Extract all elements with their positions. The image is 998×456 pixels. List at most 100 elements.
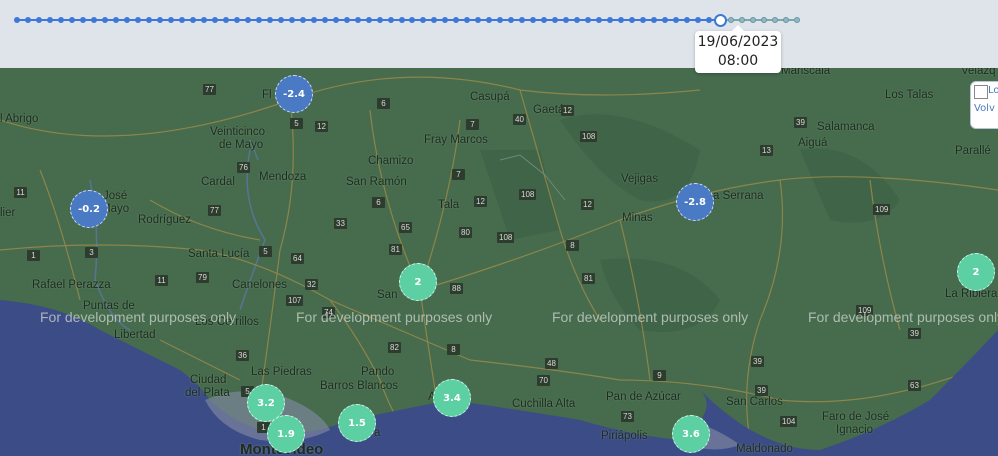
timeline-step[interactable] bbox=[68, 17, 75, 23]
timeline-step[interactable] bbox=[629, 17, 636, 23]
timeline-step[interactable] bbox=[750, 17, 757, 23]
timeline-step[interactable] bbox=[145, 17, 152, 23]
timeline-step[interactable] bbox=[189, 17, 196, 23]
timeline-step[interactable] bbox=[299, 17, 306, 23]
place-label: San Carlos bbox=[726, 396, 783, 408]
timeline-handle[interactable] bbox=[713, 14, 727, 27]
timeline-step[interactable] bbox=[376, 17, 383, 23]
place-label: Cuchilla Alta bbox=[512, 398, 576, 410]
timeline-step[interactable] bbox=[255, 17, 262, 23]
timeline-step[interactable] bbox=[706, 17, 713, 23]
timeline-step[interactable] bbox=[486, 17, 493, 23]
timeline-step[interactable] bbox=[46, 17, 53, 23]
route-shield: 12 bbox=[474, 196, 487, 207]
timeline-step[interactable] bbox=[310, 17, 317, 23]
timeline-step[interactable] bbox=[519, 17, 526, 23]
timeline-step[interactable] bbox=[233, 17, 240, 23]
timeline-step[interactable] bbox=[662, 17, 669, 23]
timeline-step[interactable] bbox=[387, 17, 394, 23]
timeline-step[interactable] bbox=[574, 17, 581, 23]
timeline-step[interactable] bbox=[794, 17, 800, 23]
timeline-step[interactable] bbox=[178, 17, 185, 23]
timeline-step[interactable] bbox=[563, 17, 570, 23]
back-button-label: Volv bbox=[974, 103, 995, 114]
timeline-step[interactable] bbox=[552, 17, 559, 23]
timeline-step[interactable] bbox=[134, 17, 141, 23]
timeline-step[interactable] bbox=[728, 17, 735, 23]
timeline-step[interactable] bbox=[684, 17, 691, 23]
timeline-step[interactable] bbox=[200, 17, 207, 23]
timeline-step[interactable] bbox=[156, 17, 163, 23]
timeline-step[interactable] bbox=[409, 17, 416, 23]
timeline-step[interactable] bbox=[475, 17, 482, 23]
place-label: Salamanca bbox=[817, 121, 875, 133]
timeline-step[interactable] bbox=[321, 17, 328, 23]
route-shield: 6 bbox=[372, 197, 385, 208]
timeline-step[interactable] bbox=[618, 17, 625, 23]
timeline-step[interactable] bbox=[761, 17, 768, 23]
value-marker[interactable]: 2 bbox=[957, 253, 995, 291]
timeline-step[interactable] bbox=[640, 17, 647, 23]
timeline-step[interactable] bbox=[222, 17, 229, 23]
route-shield: 63 bbox=[908, 380, 921, 391]
timeline-step[interactable] bbox=[79, 17, 86, 23]
value-marker[interactable]: 1.9 bbox=[267, 415, 305, 453]
timeline-step[interactable] bbox=[607, 17, 614, 23]
timeline-step[interactable] bbox=[585, 17, 592, 23]
timeline-slider[interactable] bbox=[14, 14, 800, 27]
timeline-step[interactable] bbox=[354, 17, 361, 23]
timeline-step[interactable] bbox=[123, 17, 130, 23]
place-label: José bbox=[103, 190, 128, 202]
timeline-step[interactable] bbox=[695, 17, 702, 23]
timeline-step[interactable] bbox=[673, 17, 680, 23]
route-shield: 39 bbox=[751, 356, 764, 367]
value-marker[interactable]: 2 bbox=[399, 263, 437, 301]
value-marker[interactable]: 3.6 bbox=[672, 415, 710, 453]
timeline-step[interactable] bbox=[651, 17, 658, 23]
image-alt-text: Lo bbox=[988, 85, 998, 96]
value-marker[interactable]: -2.8 bbox=[676, 183, 714, 221]
place-label: San Ramón bbox=[346, 176, 407, 188]
timeline-step[interactable] bbox=[101, 17, 108, 23]
timeline-step[interactable] bbox=[211, 17, 218, 23]
timeline-step[interactable] bbox=[596, 17, 603, 23]
timeline-step[interactable] bbox=[772, 17, 779, 23]
timeline-step[interactable] bbox=[464, 17, 471, 23]
value-marker[interactable]: -0.2 bbox=[70, 190, 108, 228]
timeline-step[interactable] bbox=[365, 17, 372, 23]
timeline-step[interactable] bbox=[343, 17, 350, 23]
timeline-step[interactable] bbox=[420, 17, 427, 23]
timeline-step[interactable] bbox=[453, 17, 460, 23]
route-shield: 39 bbox=[755, 385, 768, 396]
timeline-step[interactable] bbox=[783, 17, 789, 23]
timeline-step[interactable] bbox=[266, 17, 273, 23]
back-button[interactable]: Lo Volv bbox=[970, 81, 998, 129]
timeline-step[interactable] bbox=[57, 17, 64, 23]
route-shield: 6 bbox=[377, 98, 390, 109]
timeline-step[interactable] bbox=[14, 17, 20, 23]
value-marker[interactable]: 3.4 bbox=[433, 379, 471, 417]
timeline-step[interactable] bbox=[24, 17, 31, 23]
timeline-step[interactable] bbox=[90, 17, 97, 23]
timeline-step[interactable] bbox=[35, 17, 42, 23]
timeline-step[interactable] bbox=[442, 17, 449, 23]
place-label: Los Talas bbox=[885, 89, 934, 101]
timeline-step[interactable] bbox=[244, 17, 251, 23]
timeline-step[interactable] bbox=[508, 17, 515, 23]
timeline-step[interactable] bbox=[431, 17, 438, 23]
timeline-step[interactable] bbox=[497, 17, 504, 23]
value-marker[interactable]: 1.5 bbox=[338, 404, 376, 442]
timeline-step[interactable] bbox=[288, 17, 295, 23]
timeline-step[interactable] bbox=[332, 17, 339, 23]
timeline-step[interactable] bbox=[112, 17, 119, 23]
place-label: lier bbox=[0, 207, 16, 219]
value-marker[interactable]: -2.4 bbox=[275, 75, 313, 113]
place-label: Vejigas bbox=[621, 173, 659, 185]
timeline-step[interactable] bbox=[530, 17, 537, 23]
map-view[interactable]: Mariscala Velazq Casupá Los Talas Gaetán l Ab… bbox=[0, 0, 998, 456]
timeline-step[interactable] bbox=[739, 17, 746, 23]
timeline-step[interactable] bbox=[167, 17, 174, 23]
timeline-step[interactable] bbox=[398, 17, 405, 23]
timeline-step[interactable] bbox=[541, 17, 548, 23]
timeline-step[interactable] bbox=[277, 17, 284, 23]
